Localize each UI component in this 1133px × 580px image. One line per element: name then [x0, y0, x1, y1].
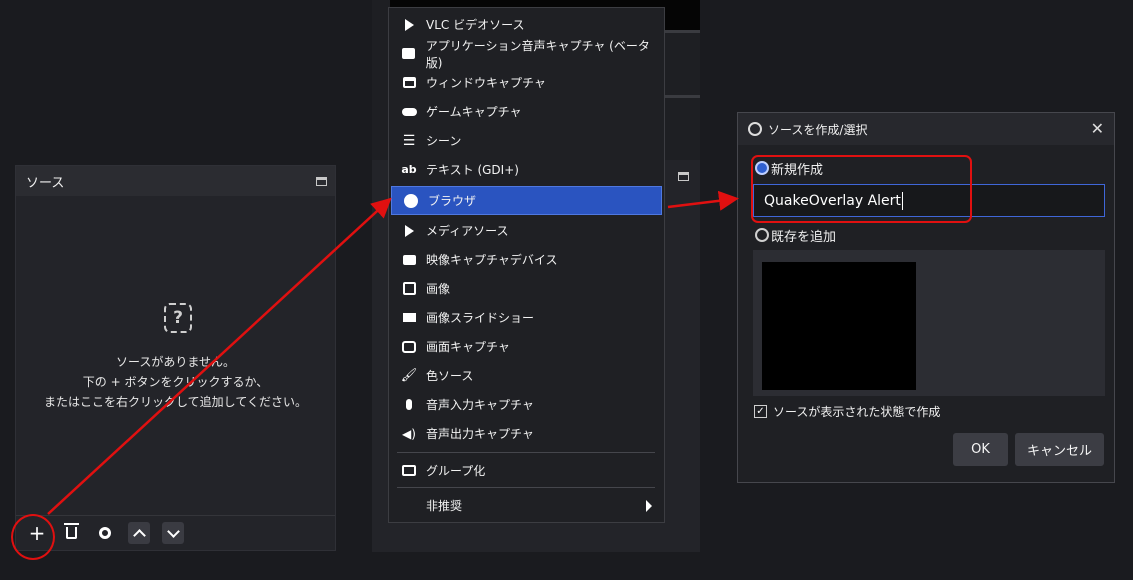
- annotation-arrow: [47, 197, 392, 515]
- annotation-arrows: [47, 190, 739, 515]
- annotation-arrow: [667, 190, 739, 211]
